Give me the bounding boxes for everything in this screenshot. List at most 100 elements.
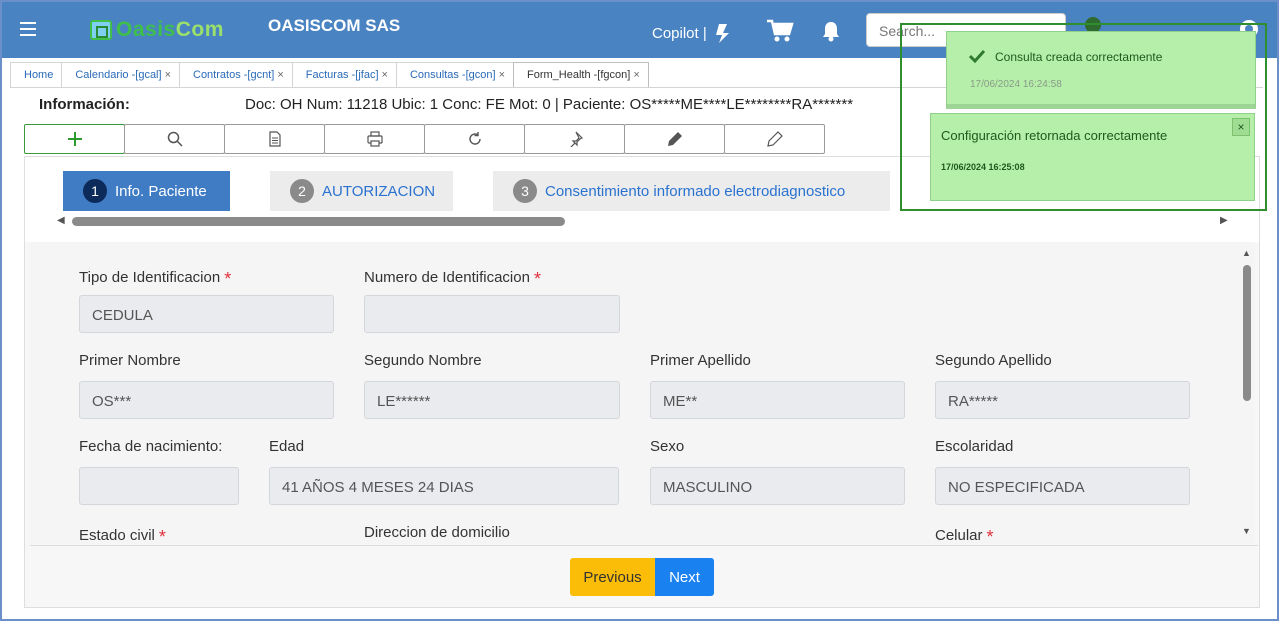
logo-mark	[90, 20, 112, 40]
num-id-label: Numero de Identificacion *	[364, 269, 541, 289]
pin-icon	[569, 131, 583, 147]
check-icon	[969, 49, 985, 63]
bell-icon[interactable]	[820, 20, 842, 42]
fecha-nacimiento-label: Fecha de nacimiento:	[79, 438, 223, 455]
logo[interactable]: OasisCom	[90, 16, 230, 44]
print-button[interactable]	[324, 124, 425, 154]
tab-consultas[interactable]: Consultas -[gcon] ×	[395, 62, 514, 88]
step-label: AUTORIZACION	[322, 182, 436, 200]
celular-label: Celular *	[935, 524, 994, 544]
toast-config[interactable]: Configuración retornada correctamente 17…	[930, 113, 1255, 201]
sexo-label: Sexo	[650, 438, 685, 455]
close-icon[interactable]: ×	[165, 69, 171, 81]
toast-timestamp: 17/06/2024 16:25:08	[941, 162, 1025, 172]
segundo-apellido-label: Segundo Apellido	[935, 352, 1052, 369]
tab-label: Home	[24, 69, 54, 81]
segundo-nombre-field[interactable]: LE******	[364, 381, 620, 419]
logo-text-oasis: Oasis	[116, 18, 176, 41]
step-consentimiento[interactable]: 3 Consentimiento informado electrodiagno…	[493, 171, 890, 211]
add-button[interactable]	[24, 124, 125, 154]
primer-nombre-label: Primer Nombre	[79, 352, 181, 369]
search-icon	[167, 131, 183, 147]
previous-button[interactable]: Previous	[570, 558, 655, 596]
primer-apellido-field[interactable]: ME**	[650, 381, 905, 419]
tab-bar: Home Calendario -[gcal] × Contratos -[gcn…	[10, 62, 649, 88]
logo-text-com: Com	[175, 18, 224, 41]
segundo-nombre-label: Segundo Nombre	[364, 352, 482, 369]
toast-success[interactable]: Consulta creada correctamente 17/06/2024…	[946, 31, 1256, 109]
step-info-paciente[interactable]: 1 Info. Paciente	[63, 171, 230, 211]
scroll-up-arrow[interactable]: ▲	[1242, 248, 1251, 258]
step-label: Consentimiento informado electrodiagnost…	[545, 182, 846, 200]
company-name: OASISCOM SAS	[268, 16, 401, 35]
edit-button[interactable]	[624, 124, 725, 154]
toast-timestamp: 17/06/2024 16:24:58	[970, 79, 1062, 90]
refresh-icon	[468, 132, 481, 145]
scroll-right-arrow[interactable]: ▶	[1220, 215, 1228, 226]
toast-message: Consulta creada correctamente	[995, 50, 1163, 64]
toast-message: Configuración retornada correctamente	[941, 128, 1168, 143]
step-number: 1	[83, 179, 107, 203]
footer-divider	[30, 545, 1258, 546]
tipo-id-label: Tipo de Identificacion *	[79, 269, 232, 289]
required-asterisk: *	[986, 527, 994, 544]
close-icon[interactable]: ×	[633, 69, 639, 81]
cart-icon[interactable]	[766, 18, 794, 44]
segundo-apellido-field[interactable]: RA*****	[935, 381, 1190, 419]
pin-button[interactable]	[524, 124, 625, 154]
scroll-left-arrow[interactable]: ◀	[57, 215, 65, 226]
required-asterisk: *	[533, 269, 541, 289]
tab-label: Form_Health -[fgcon]	[527, 69, 631, 81]
scroll-down-arrow[interactable]: ▼	[1242, 526, 1251, 536]
copilot-button[interactable]: Copilot |	[652, 22, 737, 44]
direccion-label: Direccion de domicilio	[364, 524, 510, 541]
tab-home[interactable]: Home	[10, 62, 63, 88]
document-icon	[268, 131, 281, 147]
refresh-button[interactable]	[424, 124, 525, 154]
form-content: Tipo de Identificacion * CEDULA Numero de…	[30, 242, 1255, 544]
escolaridad-label: Escolaridad	[935, 438, 1014, 455]
close-icon[interactable]: ×	[1232, 118, 1250, 136]
close-icon[interactable]: ×	[277, 69, 283, 81]
search-button[interactable]	[124, 124, 225, 154]
tab-label: Contratos -[gcnt]	[193, 69, 275, 81]
fecha-nacimiento-field[interactable]	[79, 467, 239, 505]
primer-nombre-field[interactable]: OS***	[79, 381, 334, 419]
printer-icon	[366, 131, 383, 147]
step-number: 2	[290, 179, 314, 203]
escolaridad-field[interactable]: NO ESPECIFICADA	[935, 467, 1190, 505]
edad-field[interactable]: 41 AÑOS 4 MESES 24 DIAS	[269, 467, 619, 505]
copilot-label: Copilot |	[652, 24, 707, 42]
tab-calendario[interactable]: Calendario -[gcal] ×	[61, 62, 180, 88]
tab-label: Consultas -[gcon]	[409, 69, 496, 81]
tab-label: Calendario -[gcal]	[75, 69, 162, 81]
toolbar	[24, 124, 825, 154]
edit-outline-button[interactable]	[724, 124, 825, 154]
required-asterisk: *	[158, 527, 166, 544]
num-id-field[interactable]	[364, 295, 620, 333]
pencil-filled-icon	[667, 132, 682, 146]
estado-civil-label: Estado civil *	[79, 524, 166, 544]
sexo-field[interactable]: MASCULINO	[650, 467, 905, 505]
tab-label: Facturas -[jfac]	[305, 69, 379, 81]
tipo-id-field[interactable]: CEDULA	[79, 295, 334, 333]
primer-apellido-label: Primer Apellido	[650, 352, 751, 369]
menu-icon[interactable]	[20, 22, 36, 36]
document-button[interactable]	[224, 124, 325, 154]
next-button[interactable]: Next	[655, 558, 714, 596]
tab-form-health[interactable]: Form_Health -[fgcon] ×	[513, 62, 649, 88]
vertical-scrollbar[interactable]	[1243, 265, 1251, 401]
close-icon[interactable]: ×	[382, 69, 388, 81]
info-label: Información:	[39, 96, 130, 113]
close-icon[interactable]: ×	[499, 69, 505, 81]
tab-facturas[interactable]: Facturas -[jfac] ×	[291, 62, 397, 88]
step-autorizacion[interactable]: 2 AUTORIZACION	[270, 171, 453, 211]
step-label: Info. Paciente	[115, 182, 207, 200]
edad-label: Edad	[269, 438, 305, 455]
plus-icon	[67, 132, 82, 146]
copilot-icon	[715, 24, 729, 43]
horizontal-scrollbar[interactable]	[72, 217, 565, 226]
required-asterisk: *	[224, 269, 232, 289]
tab-contratos[interactable]: Contratos -[gcnt] ×	[179, 62, 293, 88]
pencil-icon	[766, 131, 783, 147]
